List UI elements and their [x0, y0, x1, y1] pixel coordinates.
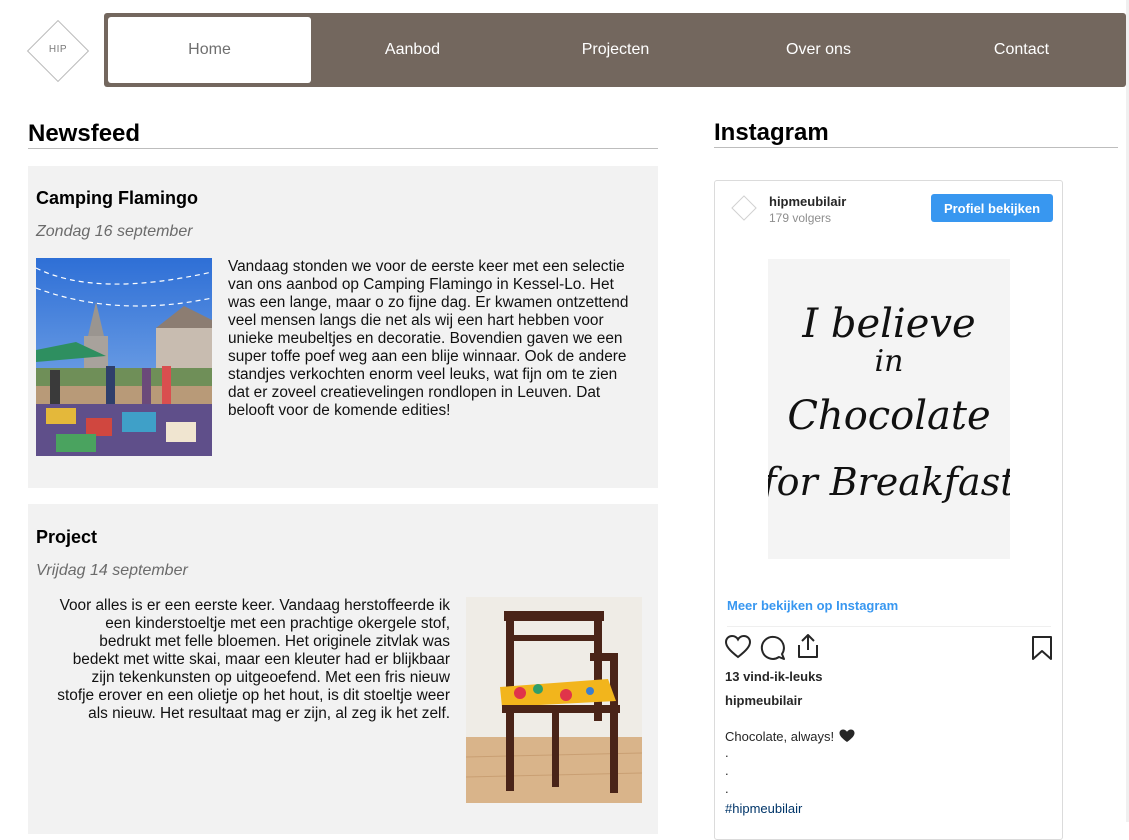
post-body-line: stofje erover en een olietje op het hout… [57, 687, 450, 704]
post-body-line: als nieuw. Het resultaat mag er zijn, al… [88, 705, 450, 722]
post-body-line: standjes verkochten enorm veel leuks, wa… [228, 366, 618, 383]
nav-item-projecten[interactable]: Projecten [514, 17, 717, 83]
image-text-line: Chocolate [787, 393, 990, 439]
newsfeed-divider [28, 148, 658, 149]
view-profile-button[interactable]: Profiel bekijken [931, 194, 1053, 222]
children-chair-photo [466, 597, 642, 803]
post-body-line: dat er zoveel creatievelingen rondlopen … [228, 384, 601, 401]
post-body: Voor alles is er een eerste keer. Vandaa… [36, 597, 450, 723]
news-post: Project Vrijdag 14 september Voor alles … [28, 504, 658, 834]
instagram-divider [714, 147, 1118, 148]
post-body-line: bedrukt met felle bloemen. Het originele… [99, 633, 450, 650]
post-body: Vandaag stonden we voor de eerste keer m… [228, 258, 648, 420]
post-caption: Chocolate, always! [725, 729, 855, 746]
share-icon[interactable] [796, 633, 820, 664]
image-text-line: I believe [801, 301, 975, 347]
image-text-line: for Breakfast [768, 460, 1010, 504]
nav-item-over-ons[interactable]: Over ons [717, 17, 920, 83]
newsfeed-title: Newsfeed [28, 120, 141, 147]
post-body-line: belooft voor de komende edities! [228, 402, 451, 419]
caption-dot: . [725, 763, 729, 778]
likes-count[interactable]: 13 vind-ik-leuks [725, 669, 823, 684]
nav-item-home[interactable]: Home [108, 17, 311, 83]
post-body-line: Voor alles is er een eerste keer. Vandaa… [59, 597, 450, 614]
post-body-line: bedekt met witte skai, maar een kleuter … [72, 651, 450, 668]
caption-dot: . [725, 745, 729, 760]
comment-icon[interactable] [760, 635, 786, 666]
nav-item-aanbod[interactable]: Aanbod [311, 17, 514, 83]
instagram-username[interactable]: hipmeubilair [769, 194, 846, 209]
heart-icon[interactable] [724, 634, 752, 664]
view-more-on-instagram-link[interactable]: Meer bekijken op Instagram [727, 598, 898, 613]
post-author[interactable]: hipmeubilair [725, 693, 802, 708]
post-body-line: veel mensen langs die net als wij een ha… [228, 312, 604, 329]
post-body-line: super toffe poef weg aan een blije winna… [228, 348, 627, 365]
post-body-line: unieke meubeltjes en decoratie. Bovendie… [228, 330, 623, 347]
nav-item-contact[interactable]: Contact [920, 17, 1123, 83]
post-date: Vrijdag 14 september [36, 562, 188, 579]
instagram-divider-line [727, 626, 1051, 627]
instagram-followers: 179 volgers [769, 211, 832, 225]
instagram-embed: hipmeubilair 179 volgers Profiel bekijke… [714, 180, 1063, 840]
post-body-line: van ons aanbod op Camping Flamingo in Ke… [228, 276, 614, 293]
instagram-avatar[interactable] [731, 195, 757, 221]
post-body-line: Vandaag stonden we voor de eerste keer m… [228, 258, 625, 275]
post-date: Zondag 16 september [36, 223, 193, 240]
logo-text[interactable]: HIP [28, 44, 88, 55]
camping-flamingo-photo [36, 258, 212, 456]
instagram-title: Instagram [714, 119, 829, 146]
post-body-line: een kinderstoeltje met een prachtige oke… [105, 615, 450, 632]
bookmark-icon[interactable] [1031, 635, 1053, 666]
post-title: Camping Flamingo [36, 188, 198, 208]
hashtag-link[interactable]: #hipmeubilair [725, 801, 802, 816]
news-post: Camping Flamingo Zondag 16 september Van… [28, 166, 658, 488]
post-body-line: was een lange, maar o zo fijne dag. Er k… [228, 294, 629, 311]
instagram-post-image[interactable]: I believe in Chocolate for Breakfast [760, 259, 1016, 559]
caption-text: Chocolate, always! [725, 729, 835, 744]
image-text-line: in [875, 344, 904, 379]
caption-dot: . [725, 781, 729, 796]
main-nav: Home Aanbod Projecten Over ons Contact [104, 13, 1126, 87]
post-title: Project [36, 527, 98, 547]
post-body-line: zijn tekenkunsten op uitgeoefend. Met ee… [91, 669, 451, 686]
black-heart-icon [839, 729, 855, 746]
